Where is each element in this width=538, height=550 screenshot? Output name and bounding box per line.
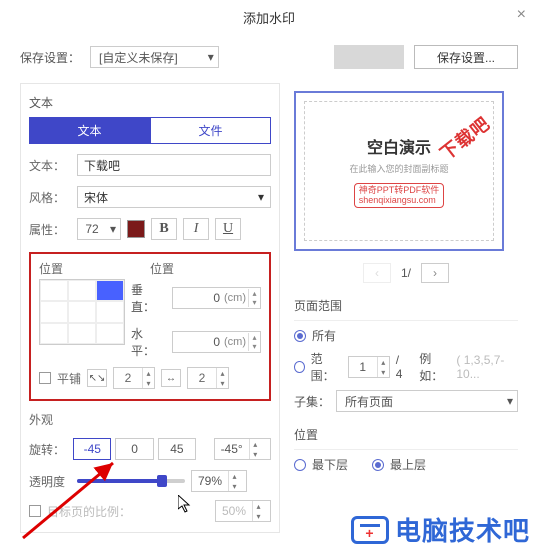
chevron-down-icon: ▾ [208, 50, 214, 64]
horizontal-value: 0 [173, 335, 224, 349]
vertical-unit: (cm) [224, 292, 248, 304]
dialog-title: 添加水印 [0, 0, 538, 35]
tile-spacing-icon[interactable]: ↔ [161, 369, 181, 387]
save-settings-button[interactable]: 保存设置... [414, 45, 518, 69]
close-icon[interactable]: × [517, 6, 526, 24]
example-text: ( 1,3,5,7-10... [456, 353, 518, 381]
attr-label: 属性： [29, 221, 71, 238]
tab-file[interactable]: 文件 [150, 117, 271, 144]
opacity-label: 透明度 [29, 473, 71, 490]
stamp-line2: shenqixiangsu.com [359, 196, 440, 206]
tile-a-spin[interactable]: 2 ▴▾ [113, 367, 155, 389]
tile-b-value: 2 [188, 368, 216, 388]
underline-button[interactable]: U [215, 218, 241, 240]
range-custom-radio[interactable] [294, 361, 305, 373]
range-all-label: 所有 [312, 327, 336, 344]
preview-area: 下载吧 空白演示 在此输入您的封面副标题 神奇PPT转PDF软件 shenqix… [294, 91, 504, 251]
tile-b-spin[interactable]: 2 ▴▾ [187, 367, 229, 389]
layer-top-label: 最上层 [390, 456, 426, 473]
top-bar: 保存设置： [自定义未保存] ▾ 删除 保存设置... [0, 35, 538, 73]
vertical-value: 0 [173, 291, 224, 305]
text-panel: 文本 文本 文件 文本： 下载吧 风格： 宋体 ▾ 属性： 72 ▾ [20, 83, 280, 533]
chevron-down-icon: ▾ [106, 219, 120, 239]
rotate-neg45-button[interactable]: -45 [73, 438, 111, 460]
scale-value: 50% [216, 501, 252, 521]
layer-top-radio[interactable] [372, 459, 384, 471]
font-size-spin[interactable]: 72 ▾ [77, 218, 121, 240]
site-logo: 电脑技术吧 [351, 511, 530, 548]
range-from-value: 1 [349, 357, 377, 377]
layer-title: 位置 [294, 426, 518, 443]
page-next-button[interactable]: › [421, 263, 449, 283]
tile-a-value: 2 [114, 368, 142, 388]
delete-button[interactable]: 删除 [334, 45, 404, 69]
opacity-value: 79% [192, 471, 228, 491]
page-prev-button[interactable]: ‹ [363, 263, 391, 283]
subset-value: 所有页面 [345, 393, 393, 410]
layer-bottom-label: 最下层 [312, 456, 348, 473]
text-label: 文本： [29, 157, 71, 174]
pc-icon [351, 516, 389, 544]
layer-bottom-radio[interactable] [294, 459, 306, 471]
preview-slide-title: 空白演示 [367, 134, 431, 158]
scale-label: 目标页的比例： [47, 503, 131, 520]
style-label: 风格： [29, 189, 71, 206]
scale-spin: 50% ▴▾ [215, 500, 271, 522]
vertical-label: 垂直： [131, 281, 166, 315]
subset-label: 子集： [294, 393, 330, 410]
chevron-down-icon: ▾ [258, 190, 264, 204]
save-settings-label: 保存设置： [20, 49, 80, 66]
vertical-input[interactable]: 0 (cm) ▴▾ [172, 287, 261, 309]
watermark-text-input[interactable]: 下载吧 [77, 154, 271, 176]
source-tabs: 文本 文件 [29, 117, 271, 144]
preview-watermark-text: 下载吧 [434, 110, 495, 166]
subset-combo[interactable]: 所有页面 ▾ [336, 390, 518, 412]
position-header-left: 位置 [39, 260, 150, 277]
position-group: 位置 位置 垂直： 0 (cm) [29, 252, 271, 401]
rotate-label: 旋转： [29, 441, 69, 458]
font-style-value: 宋体 [84, 189, 108, 206]
appearance-title: 外观 [29, 411, 271, 428]
logo-text: 电脑技术吧 [395, 511, 530, 548]
position-header-right: 位置 [150, 260, 261, 277]
scale-checkbox[interactable] [29, 505, 41, 517]
preset-combo[interactable]: [自定义未保存] ▾ [90, 46, 219, 68]
color-swatch[interactable] [127, 220, 145, 238]
text-section-label: 文本 [29, 94, 271, 111]
horizontal-unit: (cm) [224, 336, 248, 348]
tile-mode-icon[interactable]: ↖↘ [87, 369, 107, 387]
range-total: / 4 [396, 353, 408, 381]
page-range-title: 页面范围 [294, 297, 518, 314]
chevron-down-icon: ▾ [507, 394, 513, 408]
rotate-combo-value: -45° [215, 439, 249, 459]
tile-checkbox[interactable] [39, 372, 51, 384]
font-style-combo[interactable]: 宋体 ▾ [77, 186, 271, 208]
preview-pager: ‹ 1/ › [294, 263, 518, 283]
opacity-spin[interactable]: 79% ▴▾ [191, 470, 247, 492]
opacity-slider[interactable] [77, 479, 185, 483]
font-size-value: 72 [78, 219, 106, 239]
horizontal-input[interactable]: 0 (cm) ▴▾ [172, 331, 261, 353]
position-grid[interactable] [39, 279, 125, 345]
preview-stamp: 神奇PPT转PDF软件 shenqixiangsu.com [354, 183, 445, 209]
italic-button[interactable]: I [183, 218, 209, 240]
range-from-spin[interactable]: 1 ▴▾ [348, 356, 390, 378]
example-label: 例如： [419, 350, 450, 384]
tile-label: 平铺 [57, 370, 81, 387]
range-all-radio[interactable] [294, 330, 306, 342]
rotate-combo[interactable]: -45° ▴▾ [214, 438, 271, 460]
rotate-45-button[interactable]: 45 [158, 438, 196, 460]
bold-button[interactable]: B [151, 218, 177, 240]
tab-text[interactable]: 文本 [29, 117, 150, 144]
page-indicator: 1/ [401, 266, 411, 280]
preview-slide-subtitle: 在此输入您的封面副标题 [349, 162, 448, 175]
rotate-0-button[interactable]: 0 [115, 438, 153, 460]
horizontal-label: 水平： [131, 325, 166, 359]
range-label: 范围： [311, 350, 342, 384]
preset-value: [自定义未保存] [99, 49, 178, 66]
